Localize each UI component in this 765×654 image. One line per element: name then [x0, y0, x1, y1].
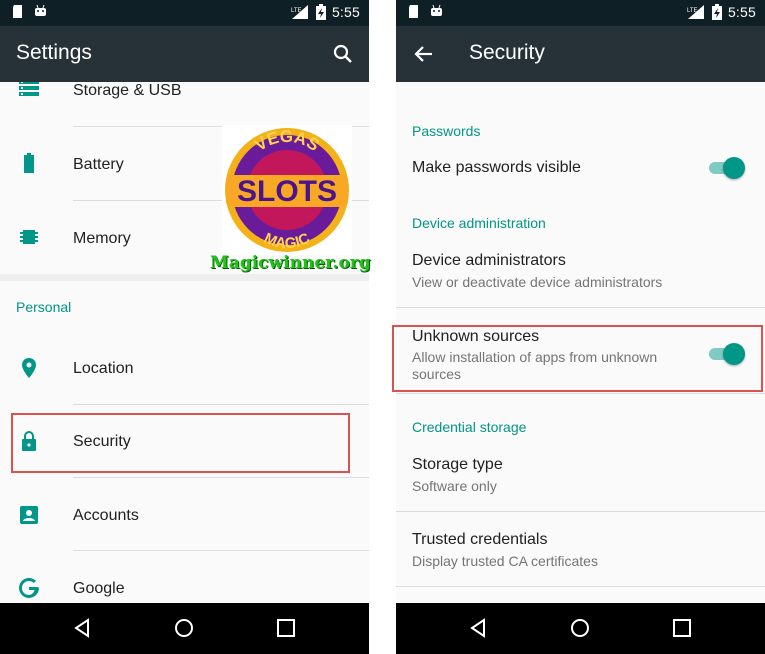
svg-text:LTE: LTE [291, 8, 302, 14]
arrow-back-icon[interactable] [412, 42, 436, 66]
app-bar: Settings [0, 26, 369, 82]
battery-icon [24, 153, 34, 173]
settings-item-storage[interactable]: Storage & USB [0, 82, 369, 126]
home-nav-icon[interactable] [172, 616, 196, 640]
section-header-credential-storage: Credential storage [412, 419, 527, 435]
app-bar: Security [396, 26, 765, 82]
unknown-sources-highlight [392, 325, 763, 392]
section-header-device-admin: Device administration [412, 215, 546, 231]
vegas-slots-magic-logo: VEGAS SLOTS MAGIC [222, 125, 352, 255]
clock: 5:55 [727, 4, 756, 20]
settings-item-label: Storage & USB [73, 82, 182, 99]
device-administrators-title: Device administrators [412, 252, 566, 269]
trusted-credentials-row[interactable]: Trusted credentials Display trusted CA c… [396, 519, 765, 585]
settings-item-label: Memory [73, 230, 131, 247]
section-header-passwords: Passwords [412, 123, 481, 139]
page-title: Security [469, 41, 545, 64]
android-icon [35, 4, 46, 16]
svg-text:LTE: LTE [687, 8, 698, 14]
make-passwords-visible-toggle[interactable] [707, 156, 745, 180]
navigation-bar [0, 603, 369, 654]
make-passwords-visible-row[interactable]: Make passwords visible [396, 144, 765, 194]
section-header-personal: Personal [16, 299, 72, 315]
memory-icon [20, 230, 38, 244]
security-highlight [11, 413, 350, 473]
battery-charging-icon [315, 4, 326, 20]
android-icon [431, 4, 442, 16]
google-icon [19, 577, 39, 598]
settings-item-label: Location [73, 360, 134, 377]
storage-icon [19, 82, 39, 96]
make-passwords-visible-label: Make passwords visible [412, 159, 581, 176]
device-administrators-row[interactable]: Device administrators View or deactivate… [396, 240, 765, 306]
account-icon [20, 506, 38, 524]
settings-screen: LTE 5:55 Settings Storage & USB Battery … [0, 0, 369, 654]
navigation-bar [396, 603, 765, 654]
settings-item-label: Battery [73, 156, 124, 173]
battery-charging-icon [711, 4, 722, 20]
clock: 5:55 [331, 4, 360, 20]
settings-item-accounts[interactable]: Accounts [0, 478, 369, 551]
location-icon [22, 358, 36, 378]
back-nav-icon[interactable] [466, 616, 490, 640]
status-bar: LTE 5:55 [0, 0, 369, 26]
section-divider [0, 274, 369, 281]
search-icon[interactable] [331, 42, 355, 66]
signal-lte-icon: LTE [687, 5, 704, 19]
settings-item-google[interactable]: Google [0, 551, 369, 603]
settings-item-label: Accounts [73, 507, 139, 524]
storage-type-title: Storage type [412, 456, 503, 473]
storage-type-subtitle: Software only [412, 478, 497, 494]
recents-nav-icon[interactable] [670, 616, 694, 640]
recents-nav-icon[interactable] [274, 616, 298, 640]
trusted-credentials-title: Trusted credentials [412, 531, 548, 548]
page-title: Settings [16, 41, 92, 64]
storage-type-row[interactable]: Storage type Software only [396, 444, 765, 510]
back-nav-icon[interactable] [70, 616, 94, 640]
logo-mid-text: SLOTS [237, 175, 337, 208]
status-bar: LTE 5:55 [396, 0, 765, 26]
watermark-caption: Magicwinner.org [210, 253, 371, 273]
trusted-credentials-subtitle: Display trusted CA certificates [412, 553, 598, 569]
device-administrators-subtitle: View or deactivate device administrators [412, 274, 663, 290]
sd-card-icon [409, 5, 418, 18]
settings-item-location[interactable]: Location [0, 332, 369, 405]
signal-lte-icon: LTE [291, 5, 308, 19]
sd-card-icon [13, 5, 22, 18]
settings-item-label: Google [73, 580, 125, 597]
home-nav-icon[interactable] [568, 616, 592, 640]
